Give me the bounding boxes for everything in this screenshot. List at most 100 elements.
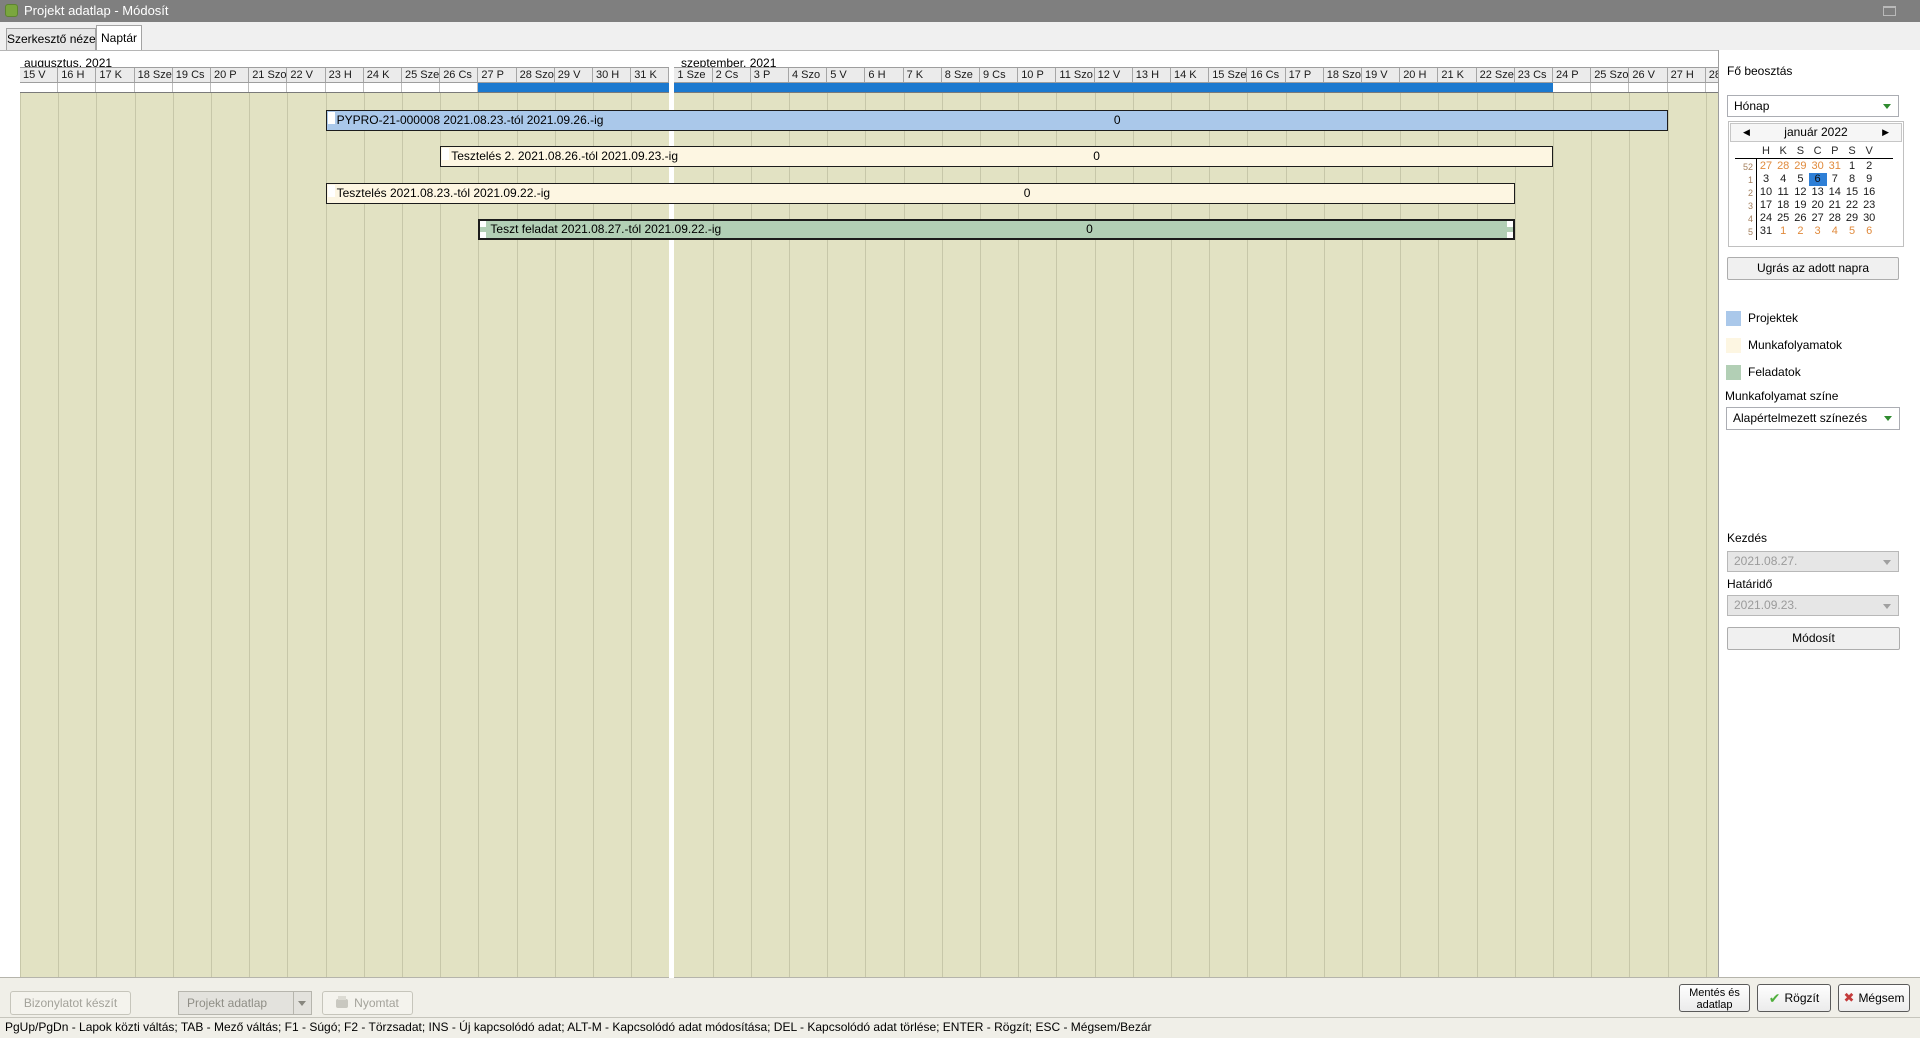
range-strip-cell (555, 83, 593, 93)
gantt-bar-workflow[interactable]: Tesztelés 2. 2021.08.26.-tól 2021.09.23.… (440, 146, 1553, 167)
range-strip-cell (980, 83, 1018, 93)
calendar-day[interactable]: 27 (1809, 212, 1827, 225)
jump-to-day-button[interactable]: Ugrás az adott napra (1727, 257, 1899, 280)
calendar-day[interactable]: 25 (1774, 212, 1792, 225)
calendar-day[interactable]: 30 (1809, 160, 1827, 173)
calendar-day[interactable]: 20 (1809, 199, 1827, 212)
calendar-day[interactable]: 22 (1843, 199, 1861, 212)
calendar-day[interactable]: 3 (1809, 225, 1827, 238)
calendar-day[interactable]: 30 (1860, 212, 1878, 225)
calendar-day[interactable]: 27 (1757, 160, 1775, 173)
tab-naptar[interactable]: Naptár (96, 25, 142, 50)
selection-handle[interactable] (480, 232, 486, 238)
calendar-day[interactable]: 29 (1791, 160, 1809, 173)
calendar-day[interactable]: 26 (1791, 212, 1809, 225)
workflow-color-select[interactable]: Alapértelmezett színezés (1726, 407, 1900, 430)
calendar-next-icon[interactable]: ▶ (1882, 124, 1889, 141)
calendar-week-number: 5 (1735, 227, 1753, 237)
calendar-month-title: január 2022 (1731, 124, 1901, 141)
day-header-cell: 16 Cs (1247, 68, 1285, 83)
bar-label: Teszt feladat 2021.08.27.-tól 2021.09.22… (490, 221, 721, 238)
chevron-down-icon (298, 1001, 306, 1006)
calendar-day[interactable]: 31 (1757, 225, 1775, 238)
gantt-bar-task[interactable]: Teszt feladat 2021.08.27.-tól 2021.09.22… (478, 219, 1514, 240)
calendar-day[interactable]: 12 (1791, 186, 1809, 199)
bar-drag-handle[interactable] (442, 148, 449, 160)
save-and-sheet-button[interactable]: Mentés és adatlap (1679, 984, 1750, 1012)
calendar-day[interactable]: 28 (1826, 212, 1844, 225)
bar-value: 0 (1086, 221, 1093, 238)
range-strip-cell (1209, 83, 1247, 93)
calendar-day[interactable]: 8 (1843, 173, 1861, 186)
calendar-day[interactable]: 7 (1826, 173, 1844, 186)
calendar-day[interactable]: 16 (1860, 186, 1878, 199)
range-strip-cell (827, 83, 865, 93)
create-receipt-button[interactable]: Bizonylatot készít (10, 991, 131, 1015)
day-grid-column (441, 93, 479, 978)
calendar-day[interactable]: 15 (1843, 186, 1861, 199)
selection-handle[interactable] (1507, 221, 1513, 227)
calendar-day[interactable]: 2 (1791, 225, 1809, 238)
range-strip-cell (593, 83, 631, 93)
calendar-day[interactable]: 4 (1826, 225, 1844, 238)
save-button[interactable]: ✔Rögzít (1757, 984, 1831, 1012)
title-bar: Projekt adatlap - Módosít (0, 0, 1920, 22)
calendar-day[interactable]: 10 (1757, 186, 1775, 199)
bar-drag-handle[interactable] (328, 112, 335, 124)
mini-calendar[interactable]: ◀ január 2022 ▶ HKSCPSV52123452728293031… (1728, 121, 1904, 247)
calendar-day[interactable]: 28 (1774, 160, 1792, 173)
calendar-day[interactable]: 3 (1757, 173, 1775, 186)
print-button[interactable]: Nyomtat (322, 991, 413, 1015)
range-strip-cell (1668, 83, 1706, 93)
calendar-day[interactable]: 31 (1826, 160, 1844, 173)
range-strip-cell (751, 83, 789, 93)
day-grid-column (1630, 93, 1668, 978)
printer-icon (336, 999, 348, 1008)
range-strip-cell (211, 83, 249, 93)
range-strip-cell (1018, 83, 1056, 93)
calendar-day[interactable]: 6 (1860, 225, 1878, 238)
window-title: Projekt adatlap - Módosít (24, 0, 169, 22)
selection-handle[interactable] (480, 221, 486, 227)
gantt-bar-project[interactable]: PYPRO-21-000008 2021.08.23.-tól 2021.09.… (326, 110, 1668, 131)
calendar-day[interactable]: 17 (1757, 199, 1775, 212)
calendar-day[interactable]: 24 (1757, 212, 1775, 225)
range-strip-cell (1553, 83, 1591, 93)
selection-handle[interactable] (1507, 232, 1513, 238)
calendar-day[interactable]: 23 (1860, 199, 1878, 212)
range-strip-cell (1515, 83, 1553, 93)
calendar-day[interactable]: 5 (1791, 173, 1809, 186)
calendar-day[interactable]: 1 (1843, 160, 1861, 173)
tab-strip (0, 22, 1920, 50)
status-bar: PgUp/PgDn - Lapok közti váltás; TAB - Me… (0, 1017, 1920, 1038)
report-select[interactable]: Projekt adatlap (178, 991, 312, 1015)
range-strip-cell (249, 83, 287, 93)
chevron-down-icon (1883, 560, 1891, 565)
calendar-day[interactable]: 29 (1843, 212, 1861, 225)
calendar-day-selected[interactable]: 6 (1809, 173, 1827, 186)
day-header-cell: 26 V (1629, 68, 1667, 83)
calendar-day[interactable]: 21 (1826, 199, 1844, 212)
day-header-cell: 23 H (326, 68, 364, 83)
day-header-cell: 26 Cs (440, 68, 478, 83)
main-division-select[interactable]: Hónap (1727, 95, 1899, 117)
calendar-day[interactable]: 19 (1791, 199, 1809, 212)
day-header-cell: 5 V (827, 68, 865, 83)
calendar-day[interactable]: 11 (1774, 186, 1792, 199)
calendar-day[interactable]: 14 (1826, 186, 1844, 199)
calendar-day[interactable]: 1 (1774, 225, 1792, 238)
calendar-day[interactable]: 9 (1860, 173, 1878, 186)
calendar-day[interactable]: 5 (1843, 225, 1861, 238)
tab-szerkeszto-nezet[interactable]: Szerkesztő nézet (6, 28, 96, 50)
calendar-day[interactable]: 2 (1860, 160, 1878, 173)
calendar-day[interactable]: 13 (1809, 186, 1827, 199)
day-grid-column (403, 93, 441, 978)
calendar-day[interactable]: 18 (1774, 199, 1792, 212)
bar-drag-handle[interactable] (328, 185, 335, 197)
calendar-day[interactable]: 4 (1774, 173, 1792, 186)
modify-button[interactable]: Módosít (1727, 627, 1900, 650)
day-header-cell: 19 Cs (173, 68, 211, 83)
restore-window-icon[interactable] (1883, 6, 1896, 16)
cancel-button[interactable]: ✖Mégsem (1838, 984, 1910, 1012)
gantt-bar-workflow[interactable]: Tesztelés 2021.08.23.-tól 2021.09.22.-ig… (326, 183, 1515, 204)
